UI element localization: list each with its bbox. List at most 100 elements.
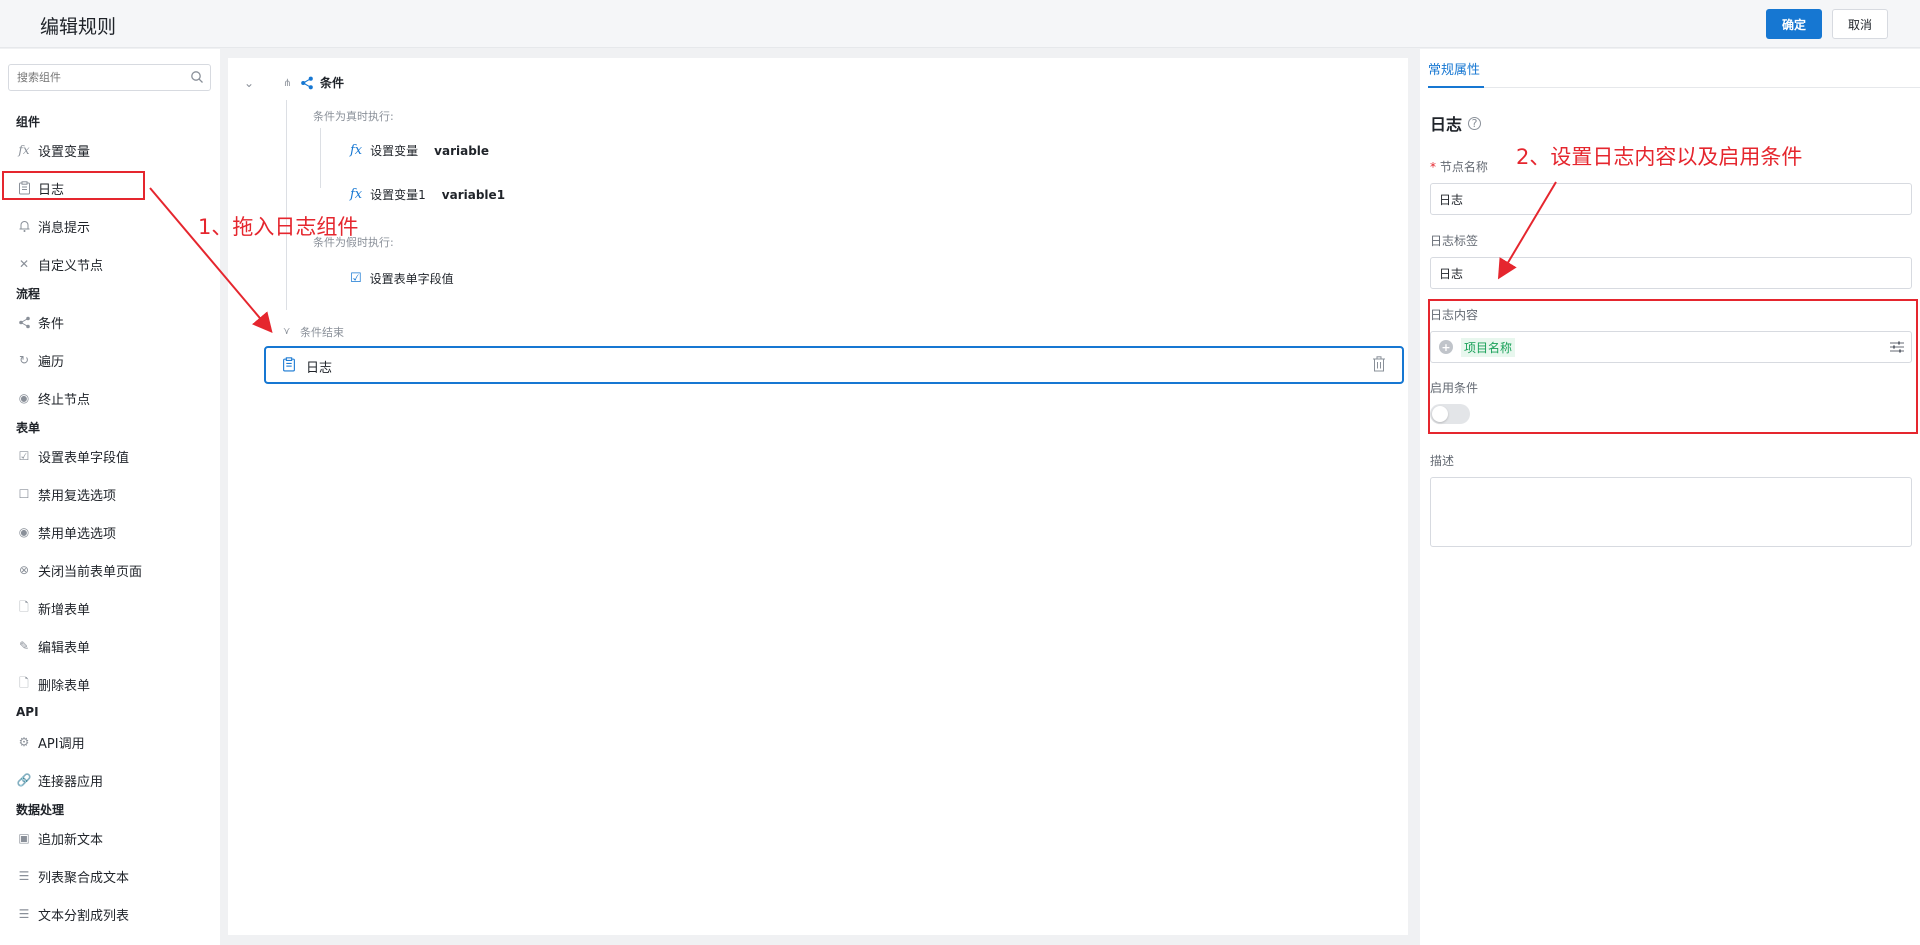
log-highlight-box [2,171,145,200]
sidebar-item-edit-form[interactable]: ✎ 编辑表单 [16,634,90,658]
sidebar-item-label: 追加新文本 [38,832,104,848]
log-tag-label: 日志标签 [1430,234,1479,248]
api-icon: ⚙ [18,735,30,749]
set-variable-node[interactable]: fx 设置变量 variable [350,142,489,159]
page-title: 编辑规则 [40,16,117,38]
form-field-icon: ☑ [350,271,362,286]
log-node-selected[interactable]: 日志 [264,346,1404,384]
link-icon: 🔗 [16,773,32,787]
condition-end-label: 条件结束 [300,326,344,339]
log-content-field[interactable]: + 项目名称 [1430,331,1912,363]
variable-tag[interactable]: 项目名称 [1461,337,1516,357]
sidebar-item-label: 消息提示 [38,220,91,236]
true-branch-caption: 条件为真时执行: [313,110,394,123]
sidebar-item-label: 终止节点 [38,392,91,408]
merge-icon: ⋎ [283,326,291,337]
node-label: 设置表单字段值 [369,272,454,286]
condition-node[interactable]: 条件 [300,74,344,91]
sidebar-item-label: 设置变量 [38,144,91,160]
stop-icon: ◉ [18,391,30,405]
condition-label: 条件 [320,76,345,90]
sidebar-item-label: 删除表单 [38,678,91,694]
sidebar-item-label: 条件 [38,316,65,332]
enable-condition-toggle[interactable] [1430,404,1470,424]
description-textarea[interactable] [1430,477,1912,547]
search-box[interactable] [8,64,211,91]
checkbox-icon: ☐ [18,487,30,501]
log-tag-field[interactable]: 日志 [1430,257,1912,289]
bell-icon [16,218,32,234]
sidebar-item-close-form-page[interactable]: ⊗ 关闭当前表单页面 [16,558,142,582]
sidebar-item-label: 列表聚合成文本 [38,870,130,886]
node-name-field[interactable]: 日志 [1430,183,1912,215]
sidebar-item-label: 编辑表单 [38,640,91,656]
sidebar-item-text-to-list[interactable]: ☰ 文本分割成列表 [16,902,129,926]
sidebar-item-append-text[interactable]: ▣ 追加新文本 [16,826,103,850]
annotation-step1: 1、拖入日志组件 [198,215,359,239]
tab-active-indicator [1428,86,1484,88]
sidebar-item-set-form-field[interactable]: ☑ 设置表单字段值 [16,444,129,468]
properties-panel: 常规属性 日志 ? * 节点名称 日志 日志标签 日志 日志内容 + 项目名称 … [1420,49,1920,945]
required-asterisk: * [1430,160,1440,174]
settings-sliders-icon[interactable] [1889,340,1905,357]
sidebar-item-disable-checkbox[interactable]: ☐ 禁用复选选项 [16,482,116,506]
canvas-scrollbar[interactable] [1410,49,1418,945]
fx-icon: fx [350,187,363,202]
section-api: API [16,705,39,719]
sidebar-item-label: 设置表单字段值 [38,450,130,466]
sidebar-item-label: 新增表单 [38,602,91,618]
section-data: 数据处理 [16,803,65,817]
sidebar-item-list-to-text[interactable]: ☰ 列表聚合成文本 [16,864,129,888]
log-content-highlight-box [1428,299,1918,434]
sidebar-item-connector-app[interactable]: 🔗 连接器应用 [16,768,104,792]
node-name-label: 节点名称 [1439,160,1488,174]
sidebar-item-delete-form[interactable]: 🗋 删除表单 [16,672,90,696]
sidebar-item-label: 禁用复选选项 [38,488,117,504]
flow-canvas[interactable]: ⌄ ⋔ 条件 条件为真时执行: fx 设置变量 variable fx 设置变量… [228,58,1408,935]
true-branch-line [320,128,321,188]
sidebar-item-label: 连接器应用 [38,774,104,790]
set-variable-node-2[interactable]: fx 设置变量1 variable1 [350,186,505,203]
sidebar-item-custom-node[interactable]: ✕ 自定义节点 [16,252,103,276]
node-label: 设置变量 [370,144,419,158]
sidebar-item-set-variable[interactable]: fx 设置变量 [16,138,90,162]
set-form-field-node[interactable]: ☑ 设置表单字段值 [350,270,454,287]
search-input[interactable] [9,65,179,90]
tab-divider [1428,87,1920,88]
sidebar-item-add-form[interactable]: 🗋 新增表单 [16,596,90,620]
sidebar-item-label: 文本分割成列表 [38,908,130,924]
help-icon[interactable]: ? [1468,116,1482,130]
sidebar-item-message[interactable]: 消息提示 [16,214,90,238]
tab-general-properties[interactable]: 常规属性 [1428,59,1480,78]
list-icon: ☰ [18,869,30,883]
sidebar-item-stop-node[interactable]: ◉ 终止节点 [16,386,90,410]
sidebar-item-condition[interactable]: 条件 [16,310,64,334]
sidebar-item-api-call[interactable]: ⚙ API调用 [16,730,85,754]
toggle-knob [1432,406,1448,422]
node-name-label-row: * 节点名称 [1430,158,1488,175]
loop-icon: ↻ [18,353,30,367]
enable-condition-label: 启用条件 [1430,381,1479,395]
confirm-button[interactable]: 确定 [1766,9,1822,39]
delete-document-icon: 🗋 [19,675,29,690]
annotation-step2: 2、设置日志内容以及启用条件 [1516,145,1803,169]
chevron-down-icon[interactable]: ⌄ [244,76,254,90]
cancel-button[interactable]: 取消 [1832,9,1888,39]
branch-line [286,100,287,310]
node-value: variable [434,143,490,158]
search-icon[interactable] [190,70,204,84]
add-circle-icon[interactable]: + [1439,340,1453,354]
section-form: 表单 [16,421,41,435]
sidebar-item-disable-radio[interactable]: ◉ 禁用单选选项 [16,520,116,544]
top-bar: 编辑规则 确定 取消 [0,0,1920,48]
sidebar-item-loop[interactable]: ↻ 遍历 [16,348,64,372]
close-circle-icon: ⊗ [18,563,30,577]
trash-icon[interactable] [1372,356,1386,376]
node-value: variable1 [441,187,506,202]
component-sidebar: 组件 fx 设置变量 日志 消息提示 ✕ 自定义节点 流程 条件 ↻ 遍历 ◉ … [0,49,220,945]
clipboard-icon [282,357,296,376]
node-label: 设置变量1 [370,188,426,202]
share-icon [300,76,314,90]
panel-title: 日志 [1430,115,1463,134]
radio-icon: ◉ [18,525,30,539]
